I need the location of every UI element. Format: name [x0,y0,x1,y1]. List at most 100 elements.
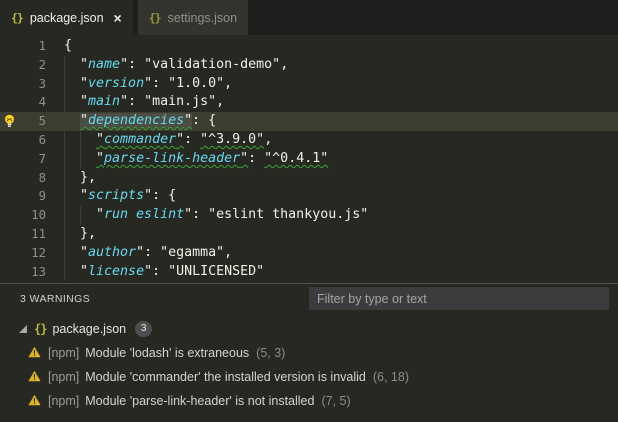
line-number: 7 [38,151,46,166]
line-number: 9 [38,189,46,204]
code-line[interactable]: 4 "main": "main.js", [0,93,618,113]
code-line[interactable]: 7 "parse-link-header": "^0.4.1" [0,149,618,169]
warning-message: Module 'commander' the installed version… [85,370,366,384]
indent-guide [80,206,81,225]
code-token: license [88,263,145,279]
code-token: : { [192,113,217,129]
warning-icon [28,370,41,385]
problem-count-badge: 3 [135,321,153,337]
code-line[interactable]: 11 }, [0,224,618,244]
tab-label: package.json [29,10,104,25]
line-number: 4 [38,95,46,110]
code-line[interactable]: 3 "version": "1.0.0", [0,74,618,94]
tab-settings-json[interactable]: {} settings.json [137,0,249,35]
json-braces-icon: {} [148,10,162,25]
warning-source: [npm] [48,394,80,408]
line-number: 3 [38,76,46,91]
code-token: name [88,56,121,72]
code-line[interactable]: 13 "license": "UNLICENSED" [0,262,618,282]
indent-guide [64,93,65,113]
code-token: "validation-demo" [144,56,281,72]
code-token: , [264,131,273,147]
indent-guide [80,130,81,150]
code-token: ": [136,244,161,260]
line-number: 2 [38,57,46,72]
code-token: " [176,131,185,147]
indent-guide [64,112,65,131]
line-number: 10 [31,208,46,223]
indent-guide [64,206,65,225]
problems-filter-input[interactable] [309,287,609,310]
warning-location: (5, 3) [256,346,286,360]
code-line[interactable]: 12 "author": "egamma", [0,243,618,263]
code-token: " [64,75,89,91]
indent-guide [80,149,81,169]
code-line[interactable]: 5 "dependencies": { [0,112,618,131]
indent-guide [64,224,65,244]
code-token: : [248,150,265,166]
line-number: 8 [38,170,46,185]
warning-row[interactable]: [npm] Module 'commander' the installed ve… [0,365,618,389]
code-token: " [96,150,105,166]
code-token: parse-link-header [104,150,241,166]
code-token: " [64,56,89,72]
code-line[interactable]: 10 "run eslint": "eslint thankyou.js" [0,206,618,225]
problems-tree: {} package.json 3 [npm] Module 'lodash' is e… [0,314,618,413]
tab-label: settings.json [167,10,238,25]
warning-icon [28,346,41,361]
code-line[interactable]: 9 "scripts": { [0,187,618,207]
twistie-expanded-icon[interactable] [19,325,27,333]
problems-panel-header: 3 WARNINGS [0,284,618,314]
code-token: "1.0.0" [168,75,225,91]
warning-source: [npm] [48,346,80,360]
line-number: 13 [31,264,46,279]
json-braces-icon: {} [34,322,47,336]
warning-location: (6, 18) [372,370,410,384]
problems-file-row[interactable]: {} package.json 3 [0,317,618,341]
code-token: "eslint thankyou.js" [208,207,369,223]
indent-guide [64,187,65,207]
code-token: }, [64,169,97,185]
indent-guide [64,262,65,282]
code-token: ": [120,94,145,110]
code-line[interactable]: 2 "name": "validation-demo", [0,55,618,75]
code-token: " [64,188,89,204]
warning-row[interactable]: [npm] Module 'lodash' is extraneous (5, 3) [0,341,618,365]
code-token: ": [144,75,169,91]
line-number: 6 [38,132,46,147]
code-token: dependencies [88,113,185,129]
code-token: , [224,244,233,260]
tab-package-json[interactable]: {} package.json × [0,0,133,35]
code-token: ": [120,56,145,72]
code-token: "UNLICENSED" [168,263,265,279]
code-line[interactable]: 1{ [0,37,618,56]
code-token: " [64,207,105,223]
vscode-window: { "tabs": { "items": [ {"label": "packag… [0,0,618,422]
code-token: ": [184,207,209,223]
warning-message: Module 'parse-link-header' is not instal… [85,394,315,408]
code-token: version [88,75,145,91]
close-icon[interactable]: × [114,11,122,25]
indent-guide [64,55,65,75]
code-token: , [216,94,225,110]
warnings-count-label: 3 WARNINGS [20,293,91,305]
code-token: " [64,244,89,260]
code-token: scripts [88,188,145,204]
code-line[interactable]: 6 "commander": "^3.9.0", [0,130,618,150]
code-token: run eslint [104,207,185,223]
warning-message: Module 'lodash' is extraneous [85,346,250,360]
code-token: " [184,113,193,129]
code-token: , [280,56,289,72]
code-token: "egamma" [160,244,225,260]
warning-row[interactable]: [npm] Module 'parse-link-header' is not i… [0,389,618,413]
code-editor[interactable]: 1{2 "name": "validation-demo", 3 "version… [0,35,618,283]
code-token: { [64,38,73,53]
code-token: }, [64,225,97,241]
code-token: main [88,94,121,110]
code-line[interactable]: 8 }, [0,168,618,188]
line-number: 12 [31,245,46,260]
code-token: " [96,131,105,147]
warning-source: [npm] [48,370,80,384]
warning-location: (7, 5) [321,394,351,408]
